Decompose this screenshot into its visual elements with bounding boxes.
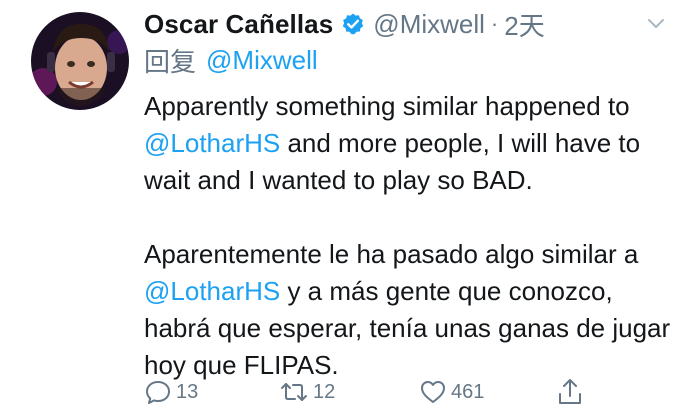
reply-label: 回复: [144, 46, 197, 77]
text-segment: Aparentemente le ha pasado algo similar …: [144, 239, 639, 269]
reply-mention-link[interactable]: @Mixwell: [206, 45, 318, 76]
replying-to: 回复 @Mixwell: [144, 42, 318, 78]
paragraph-spanish: Aparentemente le ha pasado algo similar …: [144, 236, 684, 384]
reply-icon: [144, 378, 172, 406]
retweet-button[interactable]: 12: [279, 374, 335, 410]
text-segment: Apparently something similar happened to: [144, 91, 630, 121]
heart-icon: [419, 378, 447, 406]
tweet-header: Oscar Cañellas @Mixwell · 2天: [144, 6, 545, 42]
tweet[interactable]: Oscar Cañellas @Mixwell · 2天 回复 @Mixwell…: [0, 0, 700, 418]
share-icon: [556, 377, 584, 407]
avatar[interactable]: [31, 12, 129, 110]
mention-link[interactable]: @LotharHS: [144, 128, 280, 158]
user-handle[interactable]: @Mixwell: [373, 9, 485, 40]
chevron-down-icon[interactable]: [645, 12, 667, 34]
display-name[interactable]: Oscar Cañellas: [144, 9, 333, 40]
retweet-count: 12: [313, 380, 336, 403]
retweet-icon: [279, 378, 309, 406]
share-button[interactable]: [556, 374, 584, 410]
tweet-actions: 13 12 461: [144, 374, 594, 410]
verified-badge-icon: [341, 12, 365, 36]
mention-link[interactable]: @LotharHS: [144, 276, 280, 306]
reply-button[interactable]: 13: [144, 374, 198, 410]
like-count: 461: [451, 380, 485, 403]
timestamp[interactable]: 2天: [504, 6, 544, 43]
paragraph-english: Apparently something similar happened to…: [144, 88, 684, 199]
separator-dot: ·: [490, 11, 499, 36]
reply-count: 13: [176, 380, 199, 403]
like-button[interactable]: 461: [419, 374, 484, 410]
tweet-text: Apparently something similar happened to…: [144, 88, 684, 384]
